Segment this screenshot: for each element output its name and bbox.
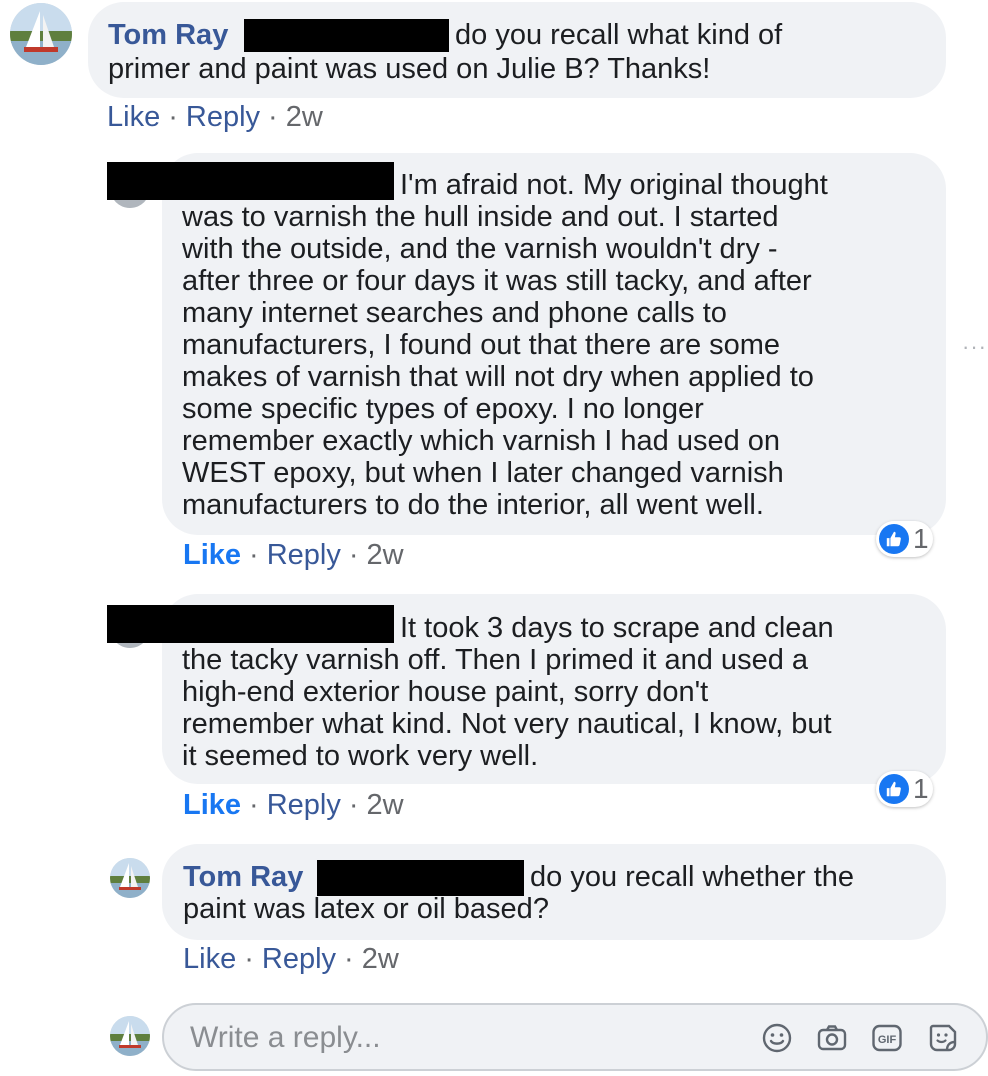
like-link[interactable]: Like [183, 943, 236, 975]
separator: · [348, 789, 359, 821]
reaction-number: 1 [913, 523, 929, 554]
thumbs-up-icon [879, 774, 909, 804]
reply-link[interactable]: Reply [186, 101, 260, 133]
redacted-name [107, 162, 394, 200]
timestamp[interactable]: 2w [286, 101, 323, 133]
avatar[interactable] [10, 3, 72, 65]
comment-line: remember what kind. Not very nautical, I… [182, 708, 832, 740]
camera-icon[interactable] [816, 1022, 848, 1054]
comment-line: makes of varnish that will not dry when … [182, 361, 814, 393]
reply-link[interactable]: Reply [267, 789, 341, 821]
comment-line: the tacky varnish off. Then I primed it … [182, 644, 809, 676]
comment-actions: Like · Reply · 2w [183, 539, 404, 571]
comment-line: primer and paint was used on Julie B? Th… [108, 53, 711, 85]
reply-input[interactable]: Write a reply... GIF [162, 1003, 988, 1071]
comment-line: manufacturers to do the interior, all we… [182, 489, 764, 521]
comment-actions: Like · Reply · 2w [183, 943, 399, 975]
gif-label: GIF [878, 1034, 897, 1046]
separator: · [268, 101, 278, 133]
thumbs-up-icon [879, 524, 909, 554]
reply-placeholder: Write a reply... [190, 1021, 381, 1054]
comment-line: was to varnish the hull inside and out. … [182, 201, 779, 233]
like-link[interactable]: Like [183, 539, 241, 571]
comment-actions: Like · Reply · 2w [107, 101, 323, 133]
comment-line: with the outside, and the varnish wouldn… [182, 233, 778, 265]
comment-actions: Like · Reply · 2w [183, 789, 404, 821]
comment-line: remember exactly which varnish I had use… [182, 425, 781, 457]
separator: · [249, 539, 259, 571]
reaction-number: 1 [913, 773, 929, 804]
separator: · [344, 943, 354, 975]
comment-line: high-end exterior house paint, sorry don… [182, 676, 709, 708]
redacted-name [317, 860, 524, 896]
reply-link[interactable]: Reply [262, 943, 336, 975]
reaction-count[interactable]: 1 [876, 521, 933, 557]
redacted-name [107, 605, 394, 643]
avatar[interactable] [110, 858, 150, 898]
comment-text: the tacky varnish off. Then I primed it … [182, 644, 832, 772]
comment-line: some specific types of epoxy. I no longe… [182, 393, 704, 425]
comment-line: manufacturers, I found out that there ar… [182, 329, 781, 361]
comment-line: it seemed to work very well. [182, 740, 539, 772]
like-link[interactable]: Like [183, 789, 241, 821]
redacted-name [244, 19, 449, 52]
comment-author[interactable]: Tom Ray [183, 861, 303, 893]
comment-line: It took 3 days to scrape and clean [400, 612, 834, 644]
timestamp[interactable]: 2w [362, 943, 399, 975]
separator: · [348, 539, 359, 571]
emoji-icon[interactable] [761, 1022, 793, 1054]
comment-line: many internet searches and phone calls t… [182, 297, 727, 329]
reaction-count[interactable]: 1 [876, 771, 933, 807]
gif-icon[interactable]: GIF [871, 1022, 903, 1054]
comment-bubble: Tom Ray do you recall what kind of prime… [88, 2, 946, 98]
comment-line: do you recall whether the [530, 861, 855, 893]
comment-line: after three or four days it was still ta… [182, 265, 812, 297]
comment-author-wrap: Tom Ray [183, 861, 303, 893]
reply-link[interactable]: Reply [267, 539, 341, 571]
like-link[interactable]: Like [107, 101, 160, 133]
separator: · [168, 101, 178, 133]
comment-text: was to varnish the hull inside and out. … [182, 201, 814, 521]
timestamp[interactable]: 2w [367, 539, 404, 571]
comment-line: I'm afraid not. My original thought [400, 169, 828, 201]
avatar[interactable] [110, 1016, 150, 1056]
separator: · [249, 789, 259, 821]
separator: · [244, 943, 254, 975]
timestamp[interactable]: 2w [367, 789, 404, 821]
comment-line: WEST epoxy, but when I later changed var… [182, 457, 784, 489]
comment-line: paint was latex or oil based? [183, 893, 549, 925]
more-options-icon[interactable]: ··· [962, 334, 987, 360]
comment-line: do you recall what kind of [455, 19, 783, 51]
sticker-icon[interactable] [927, 1022, 959, 1054]
comment-author[interactable]: Tom Ray [108, 19, 228, 51]
